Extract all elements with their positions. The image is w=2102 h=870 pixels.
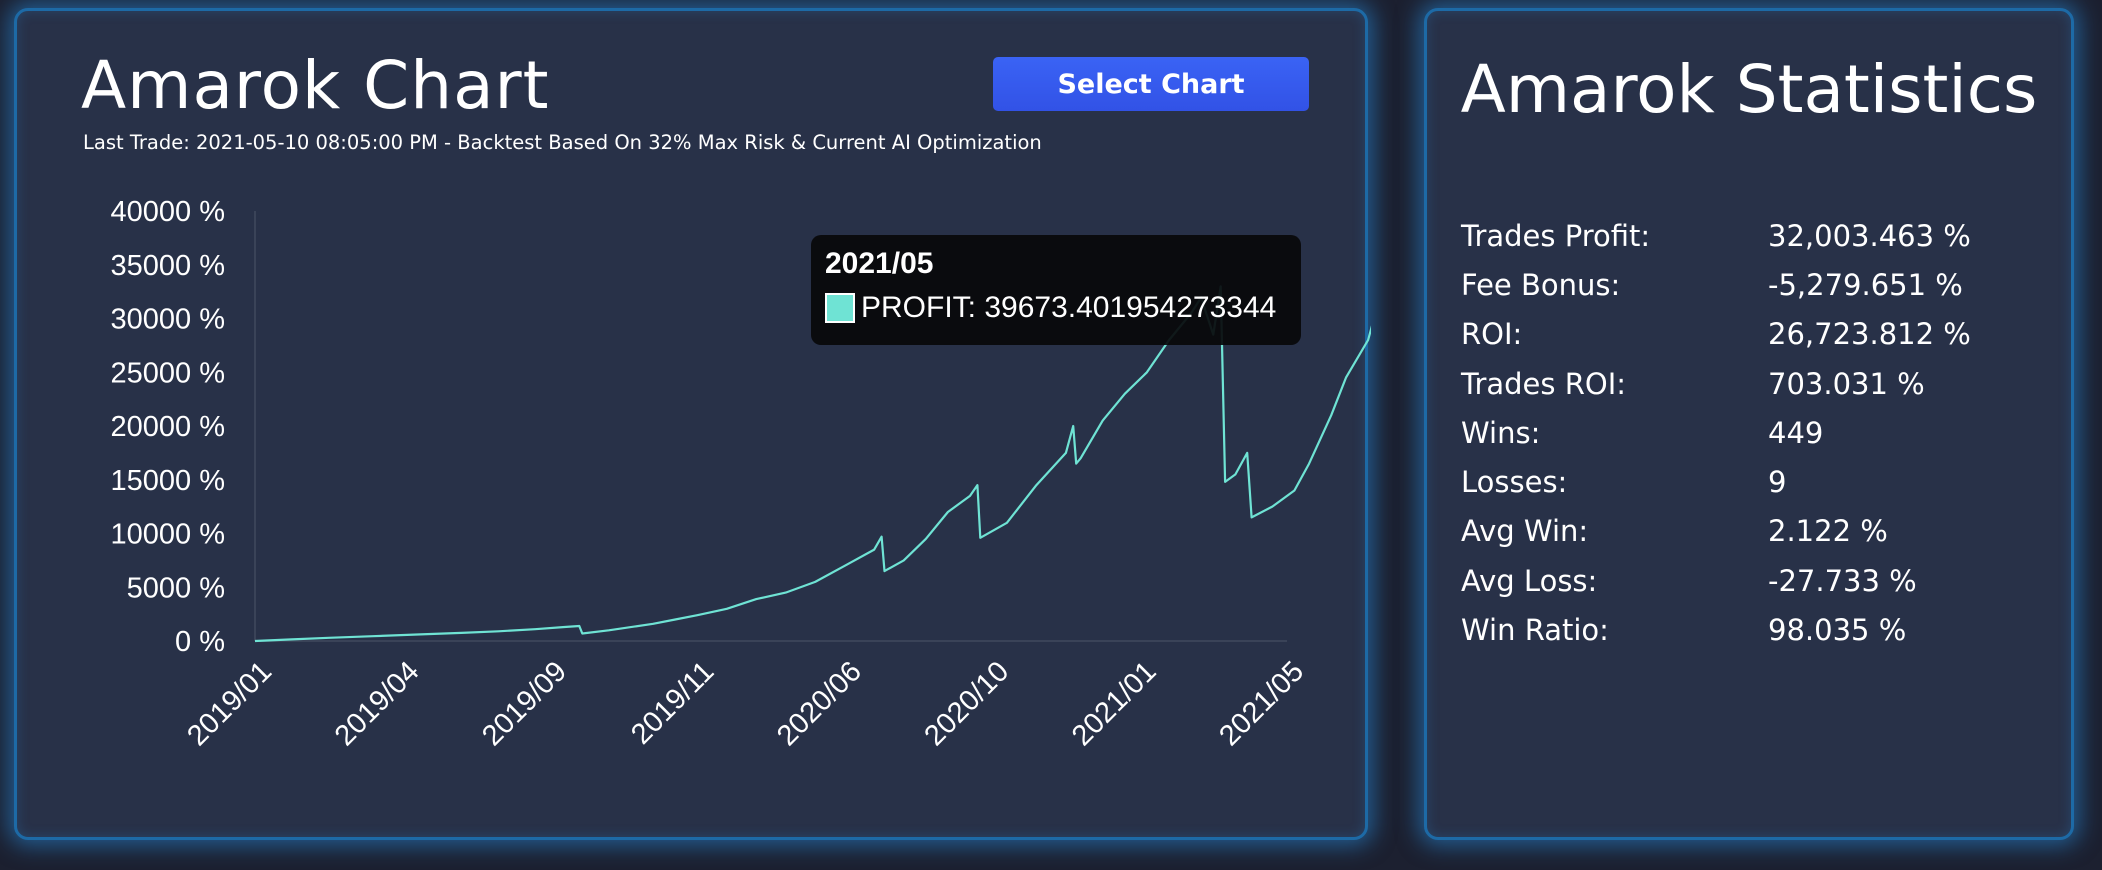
stat-value: 2.122 %: [1768, 514, 1888, 549]
y-tick-label: 10000 %: [111, 519, 226, 551]
stat-row-win-ratio: Win Ratio: 98.035 %: [1461, 605, 2061, 654]
stat-value: -5,279.651 %: [1768, 267, 1963, 302]
x-tick-label: 2021/01: [1066, 655, 1163, 752]
stat-label: Trades Profit:: [1461, 218, 1651, 253]
x-tick-label: 2019/09: [476, 655, 573, 752]
stat-label: Trades ROI:: [1461, 366, 1627, 401]
y-tick-label: 35000 %: [111, 250, 226, 282]
stat-label: ROI:: [1461, 317, 1523, 352]
stat-row-fee-bonus: Fee Bonus: -5,279.651 %: [1461, 260, 2061, 309]
stat-label: Wins:: [1461, 415, 1541, 450]
stat-value: 26,723.812 %: [1768, 317, 1971, 352]
stat-label: Fee Bonus:: [1461, 267, 1621, 302]
stat-label: Win Ratio:: [1461, 613, 1609, 648]
stat-row-avg-loss: Avg Loss: -27.733 %: [1461, 556, 2061, 605]
x-tick-label: 2020/06: [771, 655, 868, 752]
y-tick-label: 20000 %: [111, 411, 226, 443]
stat-label: Avg Loss:: [1461, 563, 1598, 598]
y-axis: 0 % 5000 % 10000 % 15000 % 20000 % 25000 % 300…: [111, 196, 256, 658]
profit-line-chart: 0 % 5000 % 10000 % 15000 % 20000 % 25000 % 300…: [111, 196, 1371, 752]
stats-list: Trades Profit: 32,003.463 % Fee Bonus: -…: [1461, 211, 2061, 655]
x-tick-label: 2019/11: [625, 655, 720, 750]
y-tick-label: 15000 %: [111, 465, 226, 497]
stat-row-trades-profit: Trades Profit: 32,003.463 %: [1461, 211, 2061, 260]
stat-row-wins: Wins: 449: [1461, 408, 2061, 457]
y-tick-label: 5000 %: [127, 572, 225, 604]
tooltip-row: PROFIT: 39673.401954273344: [825, 291, 1287, 325]
stats-panel: Amarok Statistics Trades Profit: 32,003.…: [1424, 8, 2074, 840]
chart-panel: Amarok Chart Last Trade: 2021-05-10 08:0…: [14, 8, 1371, 840]
tooltip-color-swatch: [825, 293, 855, 323]
stat-label: Avg Win:: [1461, 514, 1589, 549]
x-axis: 2019/01 2019/04 2019/09 2019/11 2020/06 2020/…: [181, 640, 1310, 752]
stat-row-trades-roi: Trades ROI: 703.031 %: [1461, 359, 2061, 408]
tooltip-title: 2021/05: [825, 247, 934, 280]
stat-value: 9: [1768, 465, 1787, 500]
x-tick-label: 2021/05: [1213, 655, 1310, 752]
stat-row-losses: Losses: 9: [1461, 457, 2061, 506]
stat-row-avg-win: Avg Win: 2.122 %: [1461, 507, 2061, 556]
stat-value: -27.733 %: [1768, 563, 1917, 598]
stat-row-roi: ROI: 26,723.812 %: [1461, 310, 2061, 359]
chart-tooltip: 2021/05 PROFIT: 39673.401954273344: [811, 235, 1301, 345]
x-tick-label: 2020/10: [918, 655, 1015, 752]
y-tick-label: 0 %: [175, 626, 225, 658]
tooltip-value: PROFIT: 39673.401954273344: [861, 291, 1277, 324]
stat-label: Losses:: [1461, 465, 1568, 500]
y-tick-label: 30000 %: [111, 304, 226, 336]
y-tick-label: 40000 %: [111, 196, 226, 228]
stat-value: 98.035 %: [1768, 613, 1907, 648]
stat-value: 703.031 %: [1768, 366, 1925, 401]
stat-value: 449: [1768, 415, 1824, 450]
x-tick-label: 2019/04: [329, 655, 426, 752]
y-tick-label: 25000 %: [111, 357, 226, 389]
stat-value: 32,003.463 %: [1768, 218, 1971, 253]
x-tick-label: 2019/01: [181, 655, 278, 752]
stats-title: Amarok Statistics: [1460, 51, 2038, 128]
